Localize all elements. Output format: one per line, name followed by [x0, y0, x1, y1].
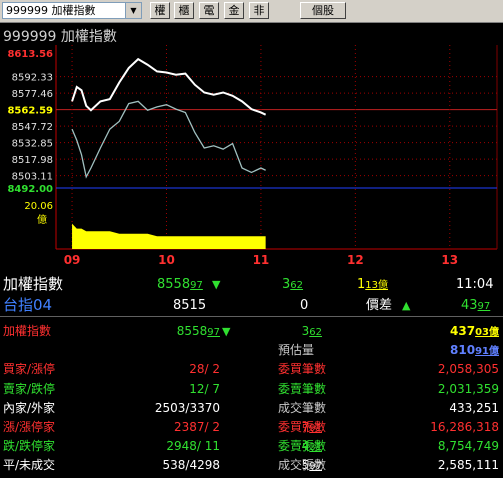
chevron-down-icon[interactable]: ▼	[125, 3, 141, 18]
price-tick-label: 8562.59	[7, 106, 53, 117]
stats-value-b-dec: 62	[309, 327, 322, 338]
stats-label: 加權指數	[3, 324, 52, 338]
unweighted-index-line	[71, 100, 266, 179]
index-price-int: 8558	[157, 277, 191, 292]
index-change: 362	[282, 275, 303, 295]
price-tick-label: 8547.72	[12, 122, 53, 133]
index-volume: 113億	[357, 275, 388, 295]
futures-price: 8515	[173, 298, 207, 313]
stats-row: 平/未成交 538/4298 597 成交張數 2,585,111	[0, 456, 503, 475]
stats-label: 買家/漲停	[3, 362, 56, 377]
spread-value: 4397	[461, 296, 490, 316]
stats-row: 漲/漲停家 2387/ 2 791 委買張數 16,286,318	[0, 418, 503, 437]
stats-metric-value-dec: 03億	[475, 327, 499, 338]
symbol-select[interactable]: 999999 加權指數 ▼	[2, 2, 142, 19]
stats-value-a: 2387/ 2	[173, 420, 220, 434]
stats-row: 跌/跌停家 2948/ 11 431 委賣張數 8,754,749	[0, 437, 503, 456]
stats-value-b: 362	[301, 324, 322, 338]
stats-metric-label: 委買筆數	[278, 362, 327, 377]
down-arrow-icon: ▼	[222, 325, 231, 338]
stats-metric-label: 委買張數	[278, 420, 327, 434]
up-arrow-icon: ▲	[402, 299, 411, 312]
stats-value-a: 2503/3370	[154, 400, 220, 415]
price-tick-label: 8532.85	[12, 139, 53, 150]
stats-metric-value: 81091億	[450, 343, 499, 358]
spread-label: 價差	[366, 298, 393, 313]
price-tick-label: 8503.11	[12, 172, 53, 183]
spread-value-int: 43	[461, 298, 478, 313]
spread-value-dec: 97	[477, 301, 491, 312]
hour-tick-label: 11	[253, 253, 270, 267]
stats-row: 買家/漲停 28/ 2 委買筆數 2,058,305	[0, 360, 503, 379]
stats-value-a: 12/ 7	[189, 381, 220, 396]
stats-label: 漲/漲停家	[3, 420, 56, 434]
chart-title: 999999 加權指數	[3, 29, 117, 45]
stats-row: 加權指數 855897 ▼ 362 43703億	[0, 322, 503, 341]
index-price-dec: 97	[190, 280, 203, 291]
futures-name: 台指04	[3, 296, 53, 314]
futures-change: 0	[300, 298, 309, 313]
stats-metric-value: 16,286,318	[430, 420, 499, 434]
down-arrow-icon: ▼	[212, 278, 221, 291]
stats-value-a: 538/4298	[162, 458, 221, 473]
symbol-select-value: 999999 加權指數	[6, 4, 96, 17]
individual-stock-button[interactable]: 個股	[300, 2, 346, 19]
stats-metric-value: 8,754,749	[437, 439, 499, 454]
volume-bars	[72, 223, 266, 249]
stats-metric-value-dec: 91億	[475, 346, 499, 358]
stats-metric-value: 2,585,111	[437, 458, 499, 473]
otc-index-button[interactable]: 櫃	[174, 2, 194, 19]
stats-metric-label: 成交筆數	[278, 400, 327, 415]
summary-row-futures: 台指04 8515 0 價差 ▲ 4397	[0, 296, 503, 315]
price-tick-label: 8492.00	[7, 184, 53, 195]
stats-metric-label: 成交張數	[278, 458, 327, 473]
stats-metric-value: 43703億	[450, 324, 499, 338]
hour-tick-label: 12	[347, 253, 364, 267]
finance-index-button[interactable]: 金	[224, 2, 244, 19]
volume-unit-label: 億	[37, 213, 47, 226]
non-finance-index-button[interactable]: 非	[249, 2, 269, 19]
electronics-index-button[interactable]: 電	[199, 2, 219, 19]
stats-metric-value: 2,058,305	[437, 362, 499, 377]
stats-metric-label: 委賣筆數	[278, 381, 327, 396]
price-tick-label: 8577.46	[12, 89, 53, 100]
price-tick-label: 8613.56	[7, 49, 53, 60]
weighted-index-button[interactable]: 權	[150, 2, 170, 19]
volume-tick-label: 20.06	[24, 201, 53, 212]
stats-label: 跌/跌停家	[3, 439, 56, 454]
index-volume-dec: 13億	[365, 280, 389, 291]
toolbar: 999999 加權指數 ▼ 權 櫃 電 金 非 個股	[0, 0, 503, 23]
stats-row: 內家/外家 2503/3370 成交筆數 433,251	[0, 399, 503, 418]
stats-value-a: 2948/ 11	[166, 439, 220, 454]
quote-time: 11:04	[456, 277, 494, 292]
stats-row: 賣家/跌停 12/ 7 委賣筆數 2,031,359	[0, 380, 503, 399]
stats-label: 平/未成交	[3, 458, 56, 473]
index-name: 加權指數	[3, 275, 64, 293]
index-price: 855897	[157, 275, 203, 295]
price-tick-label: 8592.33	[12, 73, 53, 84]
divider	[0, 316, 503, 317]
stats-value-a-dec: 97	[207, 327, 220, 338]
stats-label: 內家/外家	[3, 400, 56, 415]
intraday-chart: 999999 加權指數 8613.56 8592.33 8577.46 8562.59 8…	[3, 29, 498, 267]
index-change-dec: 62	[290, 280, 304, 291]
price-tick-label: 8517.98	[12, 155, 53, 166]
stats-metric-value: 2,031,359	[437, 381, 499, 396]
summary-row-index: 加權指數 855897 ▼ 362 113億 11:04	[0, 275, 503, 294]
stats-value-a: 28/ 2	[189, 362, 220, 377]
stats-metric-label: 預估量	[278, 343, 315, 358]
stats-label: 賣家/跌停	[3, 381, 56, 396]
hour-tick-label: 10	[158, 253, 175, 267]
stats-metric-label: 委賣張數	[278, 439, 327, 454]
hour-tick-label: 09	[64, 253, 81, 267]
stats-value-a: 855897	[176, 324, 220, 338]
stats-row: 預估量 81091億	[0, 341, 503, 360]
hour-tick-label: 13	[441, 253, 458, 267]
stats-metric-value: 433,251	[449, 400, 499, 415]
